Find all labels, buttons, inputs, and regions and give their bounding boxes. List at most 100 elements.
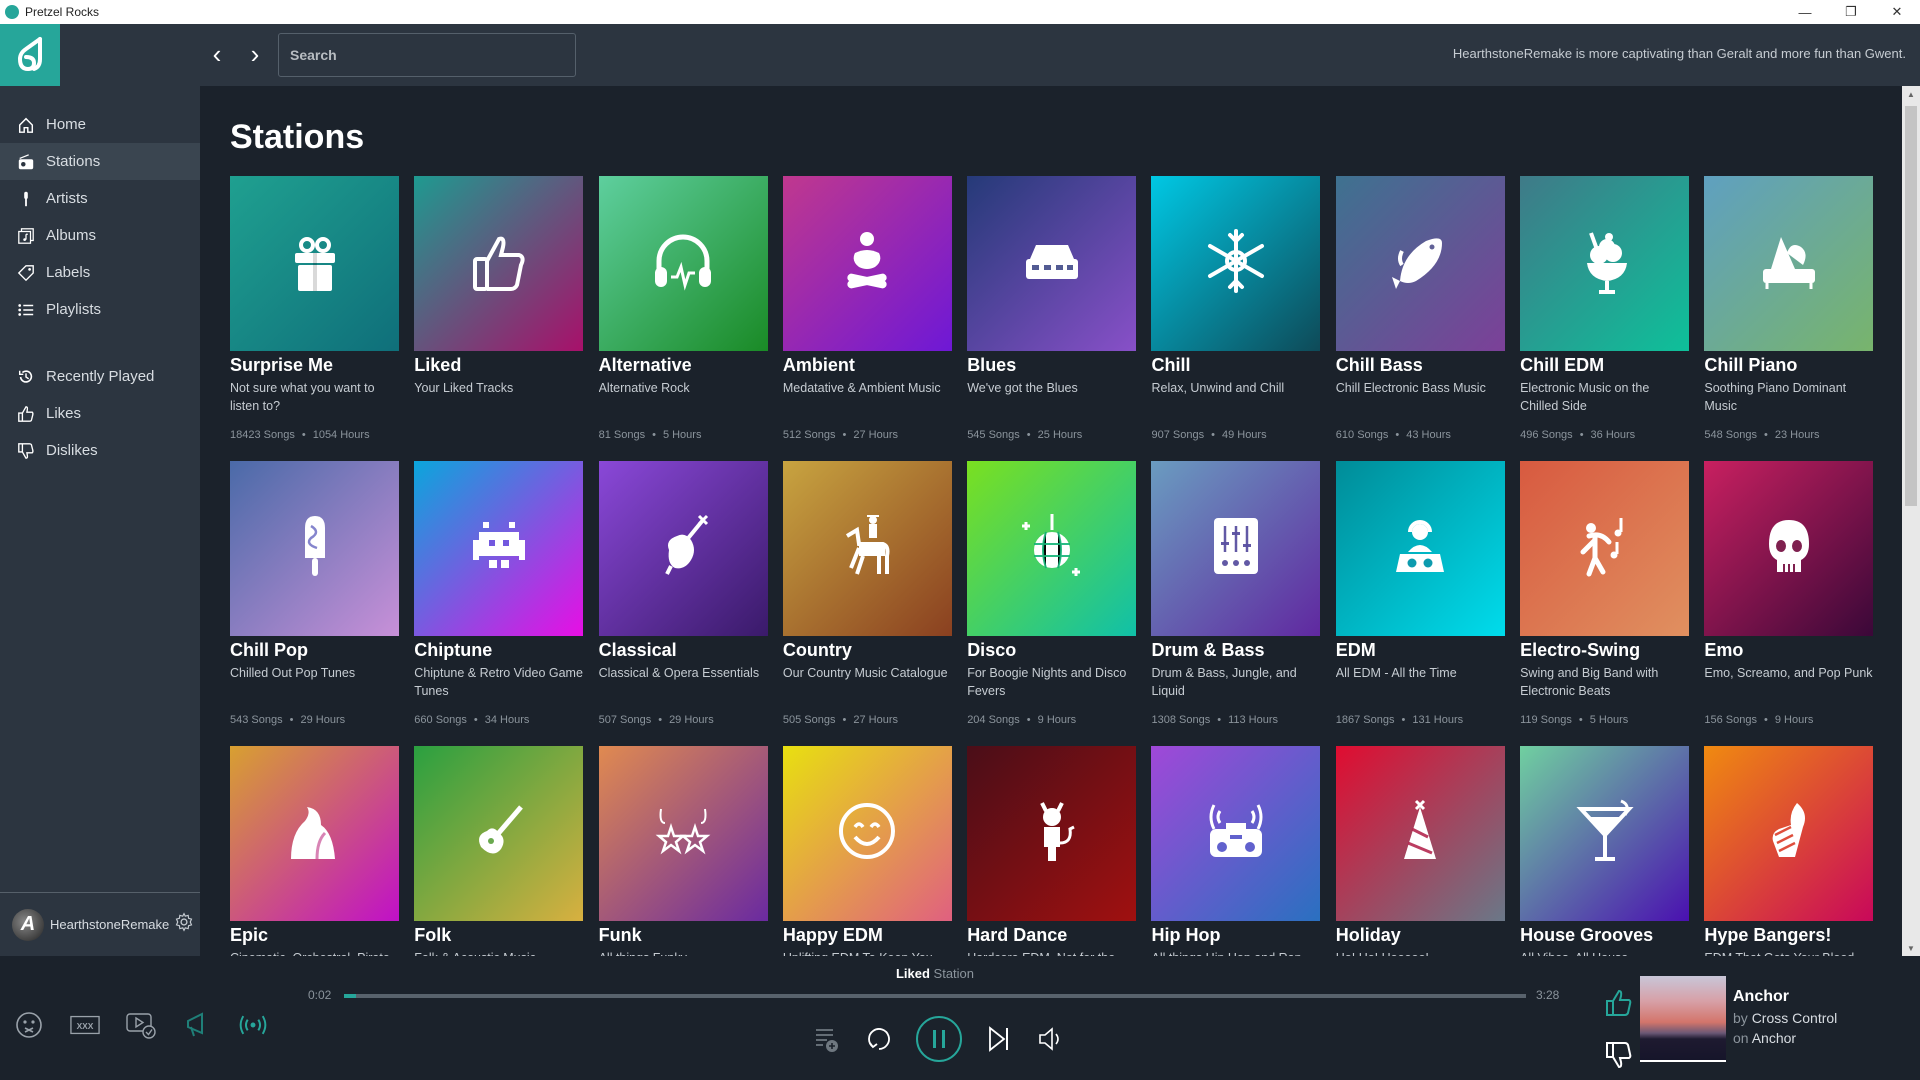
station-card[interactable]: Emo Emo, Screamo, and Pop Punk 156 Songs • 9…	[1704, 461, 1874, 746]
station-name[interactable]: Drum & Bass	[1151, 640, 1320, 661]
station-card[interactable]: Happy EDM Uplifting EDM To Keep You	[782, 746, 952, 956]
station-name[interactable]: Ambient	[783, 355, 952, 376]
scroll-up-button[interactable]: ▲	[1902, 86, 1920, 102]
station-tile[interactable]	[1520, 176, 1690, 351]
dislike-track-thumbs-down-icon[interactable]	[1604, 1040, 1634, 1070]
station-card[interactable]: Country Our Country Music Catalogue 505 So…	[782, 461, 952, 746]
station-name[interactable]: Chill EDM	[1520, 355, 1689, 376]
station-tile[interactable]	[1704, 176, 1874, 351]
station-name[interactable]: Hype Bangers!	[1704, 925, 1873, 946]
station-card[interactable]: Epic Cinematic, Orchestral, Pirate	[230, 746, 399, 956]
station-name[interactable]: Electro-Swing	[1520, 640, 1689, 661]
station-name[interactable]: Folk	[414, 925, 583, 946]
station-card[interactable]: Chill Piano Soothing Piano Dominant Music…	[1704, 176, 1874, 461]
restore-button[interactable]: ❐	[1828, 0, 1874, 24]
station-name[interactable]: Alternative	[599, 355, 768, 376]
broadcast-icon[interactable]	[238, 1010, 268, 1040]
explicit-filter-face-icon[interactable]	[14, 1010, 44, 1040]
skip-next-icon[interactable]	[984, 1024, 1014, 1054]
station-name[interactable]: Liked	[414, 355, 583, 376]
megaphone-icon[interactable]	[182, 1010, 212, 1040]
station-tile[interactable]	[1335, 176, 1505, 351]
station-name[interactable]: Holiday	[1336, 925, 1505, 946]
scroll-down-button[interactable]: ▼	[1902, 940, 1920, 956]
station-tile[interactable]	[598, 746, 768, 921]
station-name[interactable]: Hard Dance	[967, 925, 1136, 946]
station-tile[interactable]	[230, 176, 399, 351]
station-card[interactable]: Blues We've got the Blues 545 Songs • 25 Hou…	[967, 176, 1137, 461]
station-card[interactable]: Classical Classical & Opera Essentials 507…	[598, 461, 768, 746]
station-card[interactable]: Holiday Ho! Ho! Hooooo!	[1335, 746, 1505, 956]
station-card[interactable]: Chill Relax, Unwind and Chill 907 Songs • 49…	[1151, 176, 1321, 461]
user-profile[interactable]: A HearthstoneRemake	[0, 892, 200, 956]
station-tile[interactable]	[1520, 746, 1690, 921]
scrollbar[interactable]: ▲ ▼	[1902, 86, 1920, 956]
station-card[interactable]: Chill Bass Chill Electronic Bass Music 610…	[1335, 176, 1505, 461]
sidebar-item-labels[interactable]: Labels	[0, 254, 200, 291]
station-tile[interactable]	[1335, 461, 1505, 636]
now-playing-source[interactable]: Liked Station	[0, 966, 1870, 981]
station-name[interactable]: Classical	[599, 640, 768, 661]
sidebar-item-stations[interactable]: Stations	[0, 143, 200, 180]
station-tile[interactable]	[414, 746, 584, 921]
station-name[interactable]: Chill	[1151, 355, 1320, 376]
station-tile[interactable]	[598, 176, 768, 351]
station-tile[interactable]	[782, 746, 952, 921]
station-name[interactable]: Disco	[967, 640, 1136, 661]
station-tile[interactable]	[230, 746, 399, 921]
station-tile[interactable]	[414, 461, 584, 636]
station-name[interactable]: Epic	[230, 925, 399, 946]
station-card[interactable]: Electro-Swing Swing and Big Band with Ele…	[1520, 461, 1690, 746]
station-name[interactable]: Emo	[1704, 640, 1873, 661]
station-name[interactable]: Chill Bass	[1336, 355, 1505, 376]
station-tile[interactable]	[1520, 461, 1690, 636]
sidebar-item-home[interactable]: Home	[0, 106, 200, 143]
station-card[interactable]: Chiptune Chiptune & Retro Video Game Tune…	[414, 461, 584, 746]
station-card[interactable]: Chill Pop Chilled Out Pop Tunes 543 Songs •…	[230, 461, 399, 746]
station-tile[interactable]	[1704, 461, 1874, 636]
station-name[interactable]: Chill Pop	[230, 640, 399, 661]
station-tile[interactable]	[414, 176, 584, 351]
track-album[interactable]: Anchor	[1752, 1030, 1796, 1046]
station-name[interactable]: Chiptune	[414, 640, 583, 661]
progress-bar[interactable]	[344, 994, 1526, 998]
station-tile[interactable]	[1151, 176, 1321, 351]
gear-icon[interactable]	[174, 912, 194, 937]
station-card[interactable]: Folk Folk & Acoustic Music	[414, 746, 584, 956]
station-name[interactable]: EDM	[1336, 640, 1505, 661]
station-tile[interactable]	[967, 461, 1137, 636]
station-name[interactable]: Funk	[599, 925, 768, 946]
station-card[interactable]: Alternative Alternative Rock 81 Songs • 5 Ho…	[598, 176, 768, 461]
track-artist[interactable]: Cross Control	[1752, 1010, 1838, 1026]
minimize-button[interactable]: —	[1782, 0, 1828, 24]
repeat-icon[interactable]	[864, 1024, 894, 1054]
station-name[interactable]: Surprise Me	[230, 355, 399, 376]
scroll-thumb[interactable]	[1905, 106, 1917, 506]
station-name[interactable]: Happy EDM	[783, 925, 952, 946]
station-card[interactable]: Ambient Medatative & Ambient Music 512 Son…	[782, 176, 952, 461]
station-name[interactable]: Hip Hop	[1151, 925, 1320, 946]
station-tile[interactable]	[1335, 746, 1505, 921]
station-tile[interactable]	[967, 746, 1137, 921]
station-card[interactable]: Hype Bangers! EDM That Gets Your Blood	[1704, 746, 1874, 956]
sidebar-item-likes[interactable]: Likes	[0, 395, 200, 432]
pretzel-logo-icon[interactable]	[0, 24, 60, 86]
sidebar-item-recently-played[interactable]: Recently Played	[0, 358, 200, 395]
sidebar-item-dislikes[interactable]: Dislikes	[0, 432, 200, 469]
station-name[interactable]: Chill Piano	[1704, 355, 1873, 376]
station-name[interactable]: Blues	[967, 355, 1136, 376]
back-button[interactable]: ‹	[208, 39, 226, 69]
station-card[interactable]: House Grooves All Vibes, All House	[1520, 746, 1690, 956]
station-tile[interactable]	[598, 461, 768, 636]
station-tile[interactable]	[782, 176, 952, 351]
station-name[interactable]: Country	[783, 640, 952, 661]
station-card[interactable]: Hip Hop All things Hip Hop and Rap	[1151, 746, 1321, 956]
station-card[interactable]: Disco For Boogie Nights and Disco Fevers 2…	[967, 461, 1137, 746]
station-tile[interactable]	[967, 176, 1137, 351]
station-tile[interactable]	[1151, 461, 1321, 636]
station-name[interactable]: House Grooves	[1520, 925, 1689, 946]
pause-button[interactable]	[916, 1016, 962, 1062]
station-card[interactable]: Liked Your Liked Tracks	[414, 176, 584, 461]
youtube-safe-icon[interactable]	[126, 1010, 156, 1040]
sidebar-item-artists[interactable]: Artists	[0, 180, 200, 217]
